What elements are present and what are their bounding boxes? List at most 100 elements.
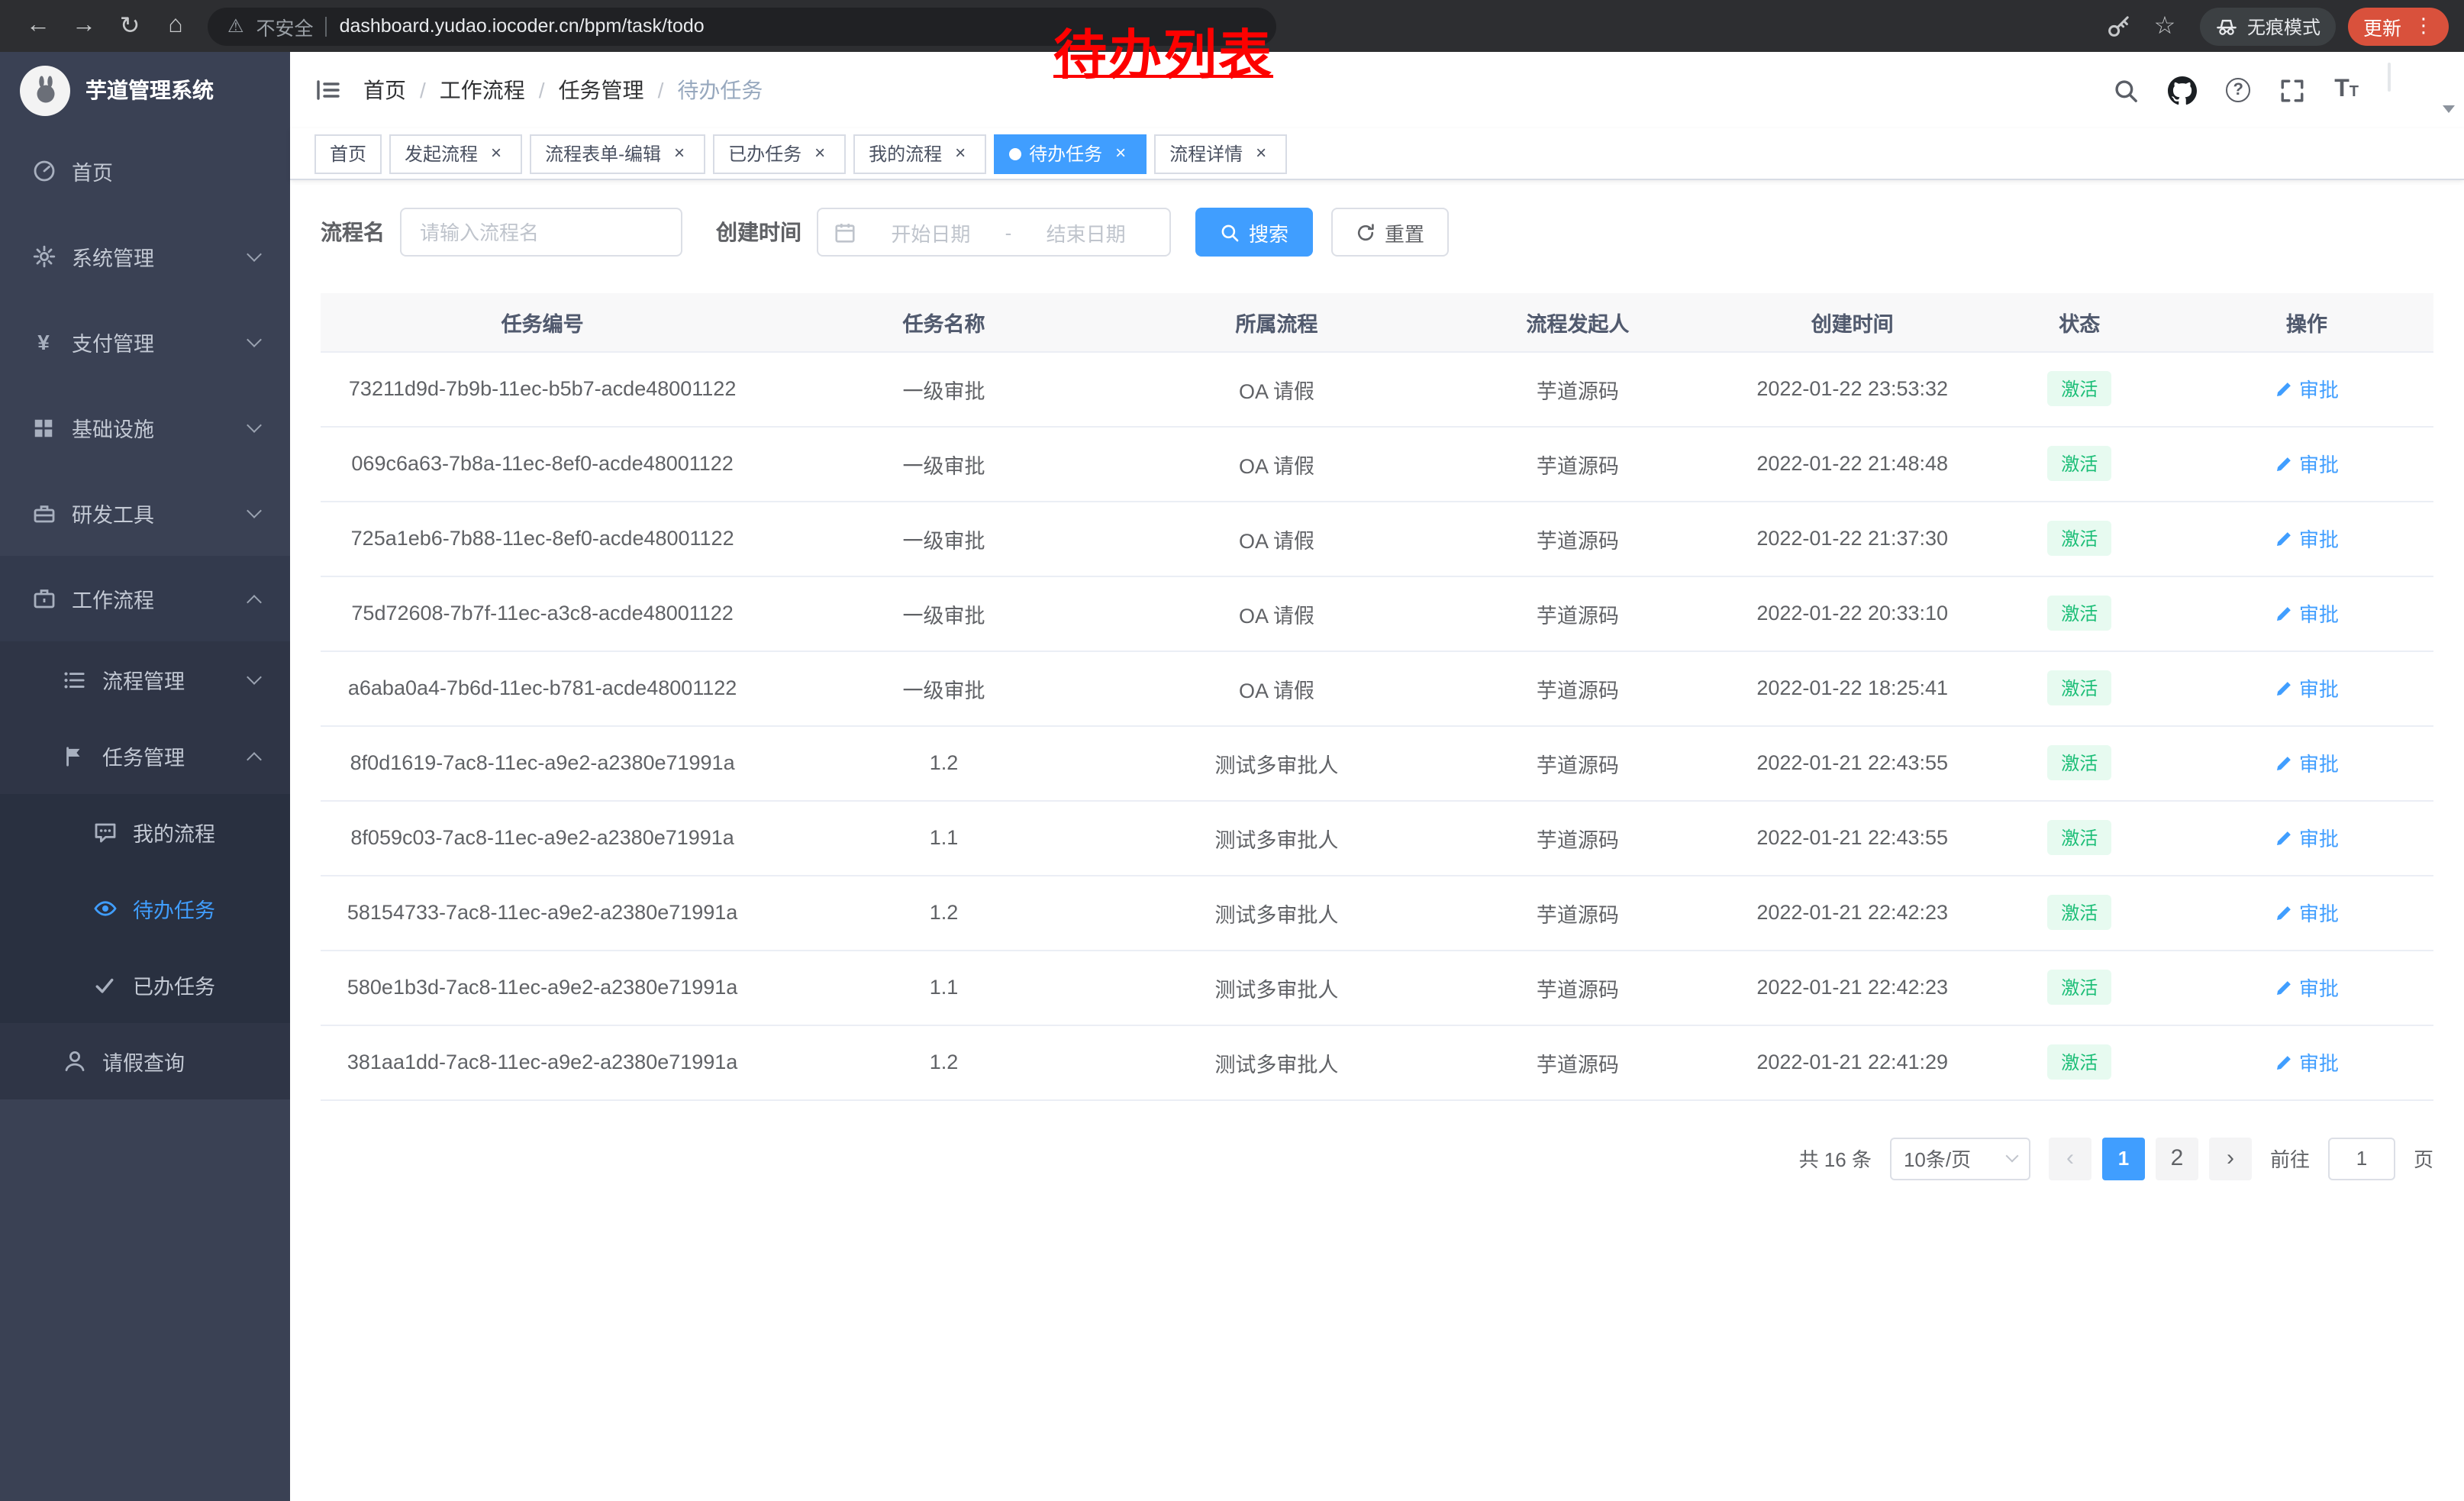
close-icon[interactable]: ×	[950, 143, 971, 164]
cell-status: 激活	[1979, 800, 2180, 875]
sidebar-item-payment[interactable]: ¥ 支付管理	[0, 299, 290, 385]
approve-link[interactable]: 审批	[2275, 1047, 2339, 1077]
search-icon[interactable]	[2113, 77, 2139, 103]
approve-link[interactable]: 审批	[2275, 748, 2339, 777]
page-button-1[interactable]: 1	[2102, 1137, 2145, 1180]
incognito-label: 无痕模式	[2247, 13, 2320, 39]
sidebar-item-my-process[interactable]: 我的流程	[0, 794, 290, 870]
cell-process: 测试多审批人	[1124, 1025, 1430, 1099]
table-row: 580e1b3d-7ac8-11ec-a9e2-a2380e71991a 1.1…	[321, 950, 2433, 1025]
fullscreen-icon[interactable]	[2279, 77, 2305, 103]
sidebar-item-infrastructure[interactable]: 基础设施	[0, 385, 290, 470]
search-button[interactable]: 搜索	[1195, 208, 1313, 257]
cell-created: 2022-01-22 18:25:41	[1726, 650, 1979, 725]
close-icon[interactable]: ×	[669, 143, 690, 164]
approve-link[interactable]: 审批	[2275, 973, 2339, 1002]
breadcrumb-item[interactable]: 首页	[363, 75, 406, 105]
breadcrumb-separator: /	[658, 78, 664, 102]
key-icon[interactable]	[2096, 5, 2142, 47]
close-icon[interactable]: ×	[809, 143, 830, 164]
cell-process: 测试多审批人	[1124, 950, 1430, 1025]
approve-link[interactable]: 审批	[2275, 374, 2339, 403]
breadcrumb-item[interactable]: 工作流程	[440, 75, 525, 105]
process-name-input[interactable]	[400, 208, 682, 257]
edit-icon	[2275, 529, 2293, 547]
sidebar-item-leave-query[interactable]: 请假查询	[0, 1023, 290, 1099]
approve-link-label: 审批	[2299, 524, 2339, 553]
page-button-2[interactable]: 2	[2156, 1137, 2198, 1180]
approve-link[interactable]: 审批	[2275, 524, 2339, 553]
start-date-input[interactable]: 开始日期	[863, 218, 999, 247]
sidebar-item-process-management[interactable]: 流程管理	[0, 641, 290, 718]
annotation-todo-list: 待办列表	[1053, 12, 1273, 90]
page-size-select[interactable]: 10条/页	[1890, 1137, 2030, 1180]
prev-page-button[interactable]: ‹	[2049, 1137, 2091, 1180]
next-page-button[interactable]: ›	[2209, 1137, 2252, 1180]
cell-process: 测试多审批人	[1124, 800, 1430, 875]
tab-initiate-process[interactable]: 发起流程 ×	[389, 134, 522, 173]
close-icon[interactable]: ×	[1250, 143, 1272, 164]
forward-icon[interactable]: →	[61, 5, 107, 47]
cell-initiator: 芋道源码	[1430, 1025, 1726, 1099]
browser-home-icon[interactable]: ⌂	[153, 5, 198, 47]
edit-icon	[2275, 679, 2293, 697]
date-range-picker[interactable]: 开始日期 - 结束日期	[817, 208, 1171, 257]
table-row: 069c6a63-7b8a-11ec-8ef0-acde48001122 一级审…	[321, 426, 2433, 501]
user-avatar[interactable]	[2388, 64, 2440, 116]
incognito-badge: 无痕模式	[2200, 7, 2336, 45]
font-size-icon[interactable]: TT	[2334, 78, 2359, 102]
briefcase-icon	[31, 586, 56, 612]
approve-link[interactable]: 审批	[2275, 823, 2339, 852]
chevron-up-icon	[247, 595, 262, 610]
reset-button[interactable]: 重置	[1331, 208, 1449, 257]
sidebar-item-done-tasks[interactable]: 已办任务	[0, 947, 290, 1023]
tab-my-process[interactable]: 我的流程 ×	[853, 134, 986, 173]
tab-todo-tasks[interactable]: 待办任务 ×	[994, 134, 1147, 173]
sidebar-item-workflow[interactable]: 工作流程	[0, 556, 290, 641]
approve-link[interactable]: 审批	[2275, 898, 2339, 927]
back-icon[interactable]: ←	[15, 5, 61, 47]
toolbox-icon	[31, 500, 56, 526]
menu-dots-icon[interactable]: ⋮	[2414, 14, 2433, 38]
url-text[interactable]: dashboard.yudao.iocoder.cn/bpm/task/todo	[340, 15, 705, 37]
tab-home[interactable]: 首页	[314, 134, 382, 173]
end-date-input[interactable]: 结束日期	[1018, 218, 1154, 247]
approve-link[interactable]: 审批	[2275, 449, 2339, 478]
sidebar-item-todo-tasks[interactable]: 待办任务	[0, 870, 290, 947]
goto-page-input[interactable]	[2328, 1137, 2395, 1180]
sidebar-item-label: 系统管理	[72, 241, 154, 272]
tab-done-tasks[interactable]: 已办任务 ×	[713, 134, 846, 173]
tab-process-form-edit[interactable]: 流程表单-编辑 ×	[530, 134, 705, 173]
sidebar-item-task-management[interactable]: 任务管理	[0, 718, 290, 794]
status-badge: 激活	[2047, 1044, 2111, 1080]
update-button[interactable]: 更新 ⋮	[2348, 7, 2449, 45]
sidebar-item-devtools[interactable]: 研发工具	[0, 470, 290, 556]
sidebar-item-home[interactable]: 首页	[0, 128, 290, 214]
breadcrumb-item[interactable]: 任务管理	[559, 75, 644, 105]
security-label[interactable]: 不安全	[256, 11, 314, 40]
sidebar-item-system[interactable]: 系统管理	[0, 214, 290, 299]
github-icon[interactable]	[2168, 76, 2197, 105]
cell-task-id: 8f0d1619-7ac8-11ec-a9e2-a2380e71991a	[321, 725, 764, 800]
address-divider	[326, 16, 327, 36]
tab-process-detail[interactable]: 流程详情 ×	[1154, 134, 1287, 173]
help-icon[interactable]: ?	[2226, 78, 2250, 102]
approve-link[interactable]: 审批	[2275, 673, 2339, 702]
avatar-image	[2388, 63, 2391, 92]
cell-task-name: 一级审批	[764, 501, 1124, 576]
cell-created: 2022-01-22 21:37:30	[1726, 501, 1979, 576]
flag-icon	[61, 743, 87, 769]
sidebar-item-label: 我的流程	[133, 817, 215, 847]
viewport: 待办列表 ← → ↻ ⌂ ⚠ 不安全 dashboard.yudao.iocod…	[0, 0, 2464, 1501]
list-icon	[61, 667, 87, 692]
reload-icon[interactable]: ↻	[107, 5, 153, 47]
table-row: 73211d9d-7b9b-11ec-b5b7-acde48001122 一级审…	[321, 351, 2433, 426]
close-icon[interactable]: ×	[1110, 143, 1131, 164]
sidebar-item-label: 基础设施	[72, 412, 154, 443]
approve-link[interactable]: 审批	[2275, 599, 2339, 628]
cell-initiator: 芋道源码	[1430, 501, 1726, 576]
sidebar-collapse-icon[interactable]	[314, 78, 342, 102]
bookmark-star-icon[interactable]: ☆	[2142, 5, 2188, 47]
close-icon[interactable]: ×	[485, 143, 507, 164]
edit-icon	[2275, 903, 2293, 922]
